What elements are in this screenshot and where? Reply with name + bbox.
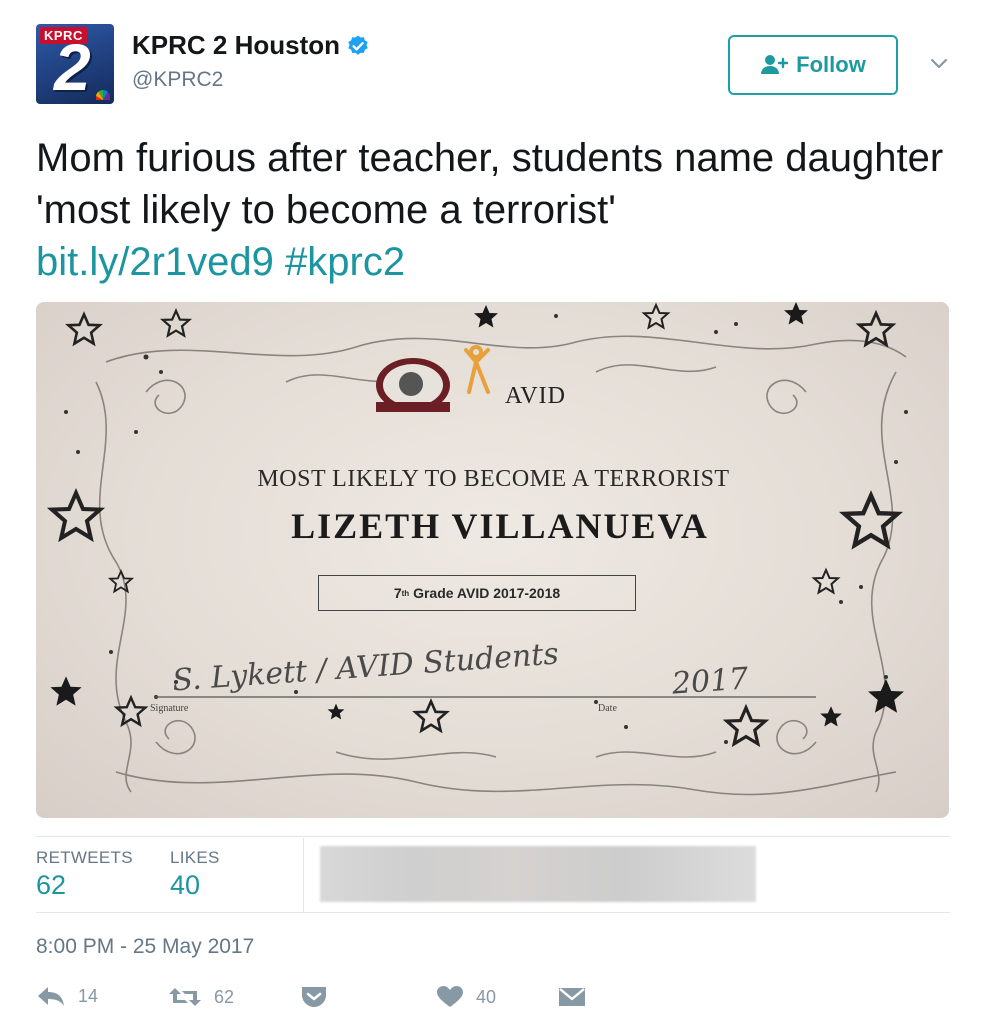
grade-sup: th (401, 588, 410, 598)
grade-rest: Grade AVID 2017-2018 (409, 585, 561, 601)
reply-icon (38, 987, 64, 1006)
certificate-signature-label: Signature (150, 703, 189, 714)
follow-user-icon (761, 55, 789, 74)
certificate-date-label: Date (598, 703, 617, 714)
certificate-grade-box: 7th Grade AVID 2017-2018 (318, 575, 636, 611)
nbc-peacock-icon (96, 90, 110, 100)
like-action[interactable]: 40 (436, 985, 496, 1009)
stats-top-divider (36, 836, 950, 837)
display-name[interactable]: KPRC 2 Houston (132, 30, 340, 61)
account-avatar[interactable]: KPRC 2 (36, 24, 114, 104)
stats-vertical-divider (303, 838, 304, 912)
tweet-text: Mom furious after teacher, students name… (36, 132, 956, 288)
certificate-logo-text: AVID (505, 383, 566, 409)
retweets-count[interactable]: 62 (36, 870, 66, 901)
follow-button[interactable]: Follow (728, 35, 898, 95)
retweet-count: 62 (214, 986, 235, 1007)
direct-message-action[interactable] (558, 985, 586, 1009)
tweet-photo[interactable] (36, 302, 949, 818)
verified-badge-icon (348, 35, 368, 55)
retweet-action[interactable]: 62 (168, 985, 234, 1009)
certificate-recipient: LIZETH VILLANUEVA (291, 506, 709, 546)
tweet-timestamp[interactable]: 8:00 PM - 25 May 2017 (36, 935, 254, 959)
pocket-icon (302, 987, 326, 1007)
follow-button-label: Follow (796, 52, 866, 77)
account-name-row[interactable]: KPRC 2 Houston (132, 30, 370, 61)
direct-message-icon (559, 988, 585, 1006)
certificate-award-title: MOST LIKELY TO BECOME A TERRORIST (257, 466, 730, 492)
certificate-date-handwritten: 2017 (670, 661, 750, 702)
account-handle[interactable]: @KPRC2 (132, 68, 223, 92)
reply-action[interactable]: 14 (36, 985, 98, 1007)
likes-count[interactable]: 40 (170, 870, 200, 901)
avatar-numeral: 2 (54, 30, 91, 104)
grade-prefix: 7 (393, 585, 402, 601)
heart-icon (437, 986, 463, 1007)
chevron-down-icon[interactable] (928, 52, 950, 74)
tweet-hashtag[interactable]: #kprc2 (285, 240, 405, 284)
stats-bottom-divider (36, 912, 950, 913)
pocket-action[interactable] (300, 985, 328, 1009)
tweet-body: Mom furious after teacher, students name… (36, 136, 944, 232)
retweets-label[interactable]: RETWEETS (36, 848, 133, 868)
tweet-link[interactable]: bit.ly/2r1ved9 (36, 240, 274, 284)
liker-avatars-blurred (320, 846, 756, 902)
certificate-border-art (50, 302, 908, 796)
likes-label[interactable]: LIKES (170, 848, 220, 868)
reply-count: 14 (78, 985, 99, 1006)
like-count: 40 (476, 986, 497, 1007)
retweet-icon (169, 988, 201, 1006)
